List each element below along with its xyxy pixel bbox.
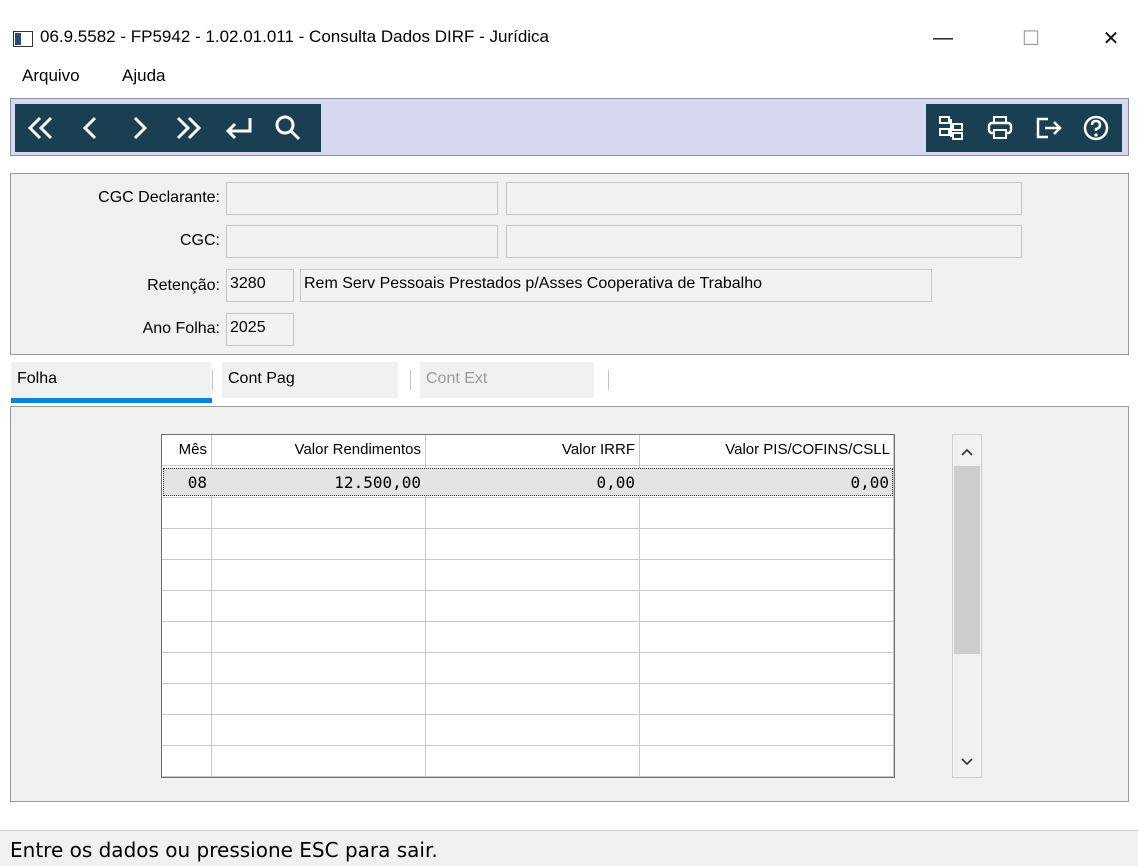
monthly-values-table[interactable]: Mês Valor Rendimentos Valor IRRF Valor P… (161, 434, 895, 778)
status-message: Entre os dados ou pressione ESC para sai… (10, 838, 438, 862)
cgc-name-field[interactable] (506, 225, 1022, 258)
menu-arquivo[interactable]: Arquivo (22, 66, 80, 86)
table-row-divider (162, 776, 894, 777)
column-header-valor-pis-cofins-csll[interactable]: Valor PIS/COFINS/CSLL (639, 435, 894, 465)
column-header-valor-rendimentos[interactable]: Valor Rendimentos (211, 435, 425, 465)
cgc-declarante-label: CGC Declarante: (98, 189, 220, 206)
menu-bar (0, 62, 1138, 92)
retencao-label: Retenção: (147, 277, 220, 294)
retencao-description-field[interactable]: Rem Serv Pessoais Prestados p/Asses Coop… (300, 269, 932, 302)
scroll-up-icon[interactable] (954, 440, 980, 464)
ano-folha-label: Ano Folha: (142, 320, 220, 337)
enter-icon[interactable] (213, 104, 265, 152)
menu-ajuda[interactable]: Ajuda (122, 66, 165, 86)
table-row-divider (162, 590, 894, 591)
cgc-declarante-name-field[interactable] (506, 182, 1022, 215)
table-row-divider (162, 528, 894, 529)
print-icon[interactable] (976, 104, 1024, 152)
cgc-declarante-field[interactable] (226, 182, 498, 215)
exit-icon[interactable] (1024, 104, 1074, 152)
table-row-divider (162, 621, 894, 622)
next-record-icon[interactable] (115, 104, 163, 152)
scroll-down-icon[interactable] (954, 750, 980, 774)
minimize-button[interactable]: — (920, 20, 966, 56)
close-button[interactable]: ✕ (1088, 20, 1134, 56)
table-row-divider (162, 683, 894, 684)
actions-toolbar-group (926, 104, 1122, 152)
cgc-field[interactable] (226, 225, 498, 258)
navigation-toolbar-group (15, 104, 321, 152)
table-row-divider (162, 714, 894, 715)
ano-folha-field[interactable]: 2025 (226, 313, 294, 346)
first-record-icon[interactable] (15, 104, 67, 152)
table-row-divider (162, 465, 894, 466)
cell-valor-irrf[interactable]: 0,00 (425, 469, 639, 497)
retencao-code-field[interactable]: 3280 (226, 269, 294, 302)
window-title: 06.9.5582 - FP5942 - 1.02.01.011 - Consu… (40, 27, 550, 46)
search-icon[interactable] (265, 104, 311, 152)
tab-separator (608, 370, 609, 390)
cell-valor-rendimentos[interactable]: 12.500,00 (211, 469, 425, 497)
cell-valor-pis-cofins-csll[interactable]: 0,00 (639, 469, 893, 497)
last-record-icon[interactable] (163, 104, 213, 152)
table-row-divider (162, 652, 894, 653)
help-icon[interactable] (1074, 104, 1118, 152)
tab-folha[interactable]: Folha (11, 362, 211, 398)
scrollbar-thumb[interactable] (954, 466, 980, 654)
tab-cont-pag[interactable]: Cont Pag (222, 362, 398, 398)
table-row-divider (162, 497, 894, 498)
maximize-button[interactable]: ☐ (1008, 20, 1054, 56)
cell-mes[interactable]: 08 (162, 469, 211, 497)
column-header-valor-irrf[interactable]: Valor IRRF (425, 435, 639, 465)
active-tab-indicator (11, 398, 212, 403)
cgc-label: CGC: (180, 232, 220, 249)
tab-separator (212, 370, 213, 390)
tree-structure-icon[interactable] (926, 104, 976, 152)
table-row-divider (162, 559, 894, 560)
previous-record-icon[interactable] (67, 104, 115, 152)
tab-cont-ext: Cont Ext (420, 362, 594, 398)
table-row-divider (162, 745, 894, 746)
tab-separator (410, 370, 411, 390)
column-header-mes[interactable]: Mês (162, 435, 211, 465)
app-icon (13, 31, 33, 47)
